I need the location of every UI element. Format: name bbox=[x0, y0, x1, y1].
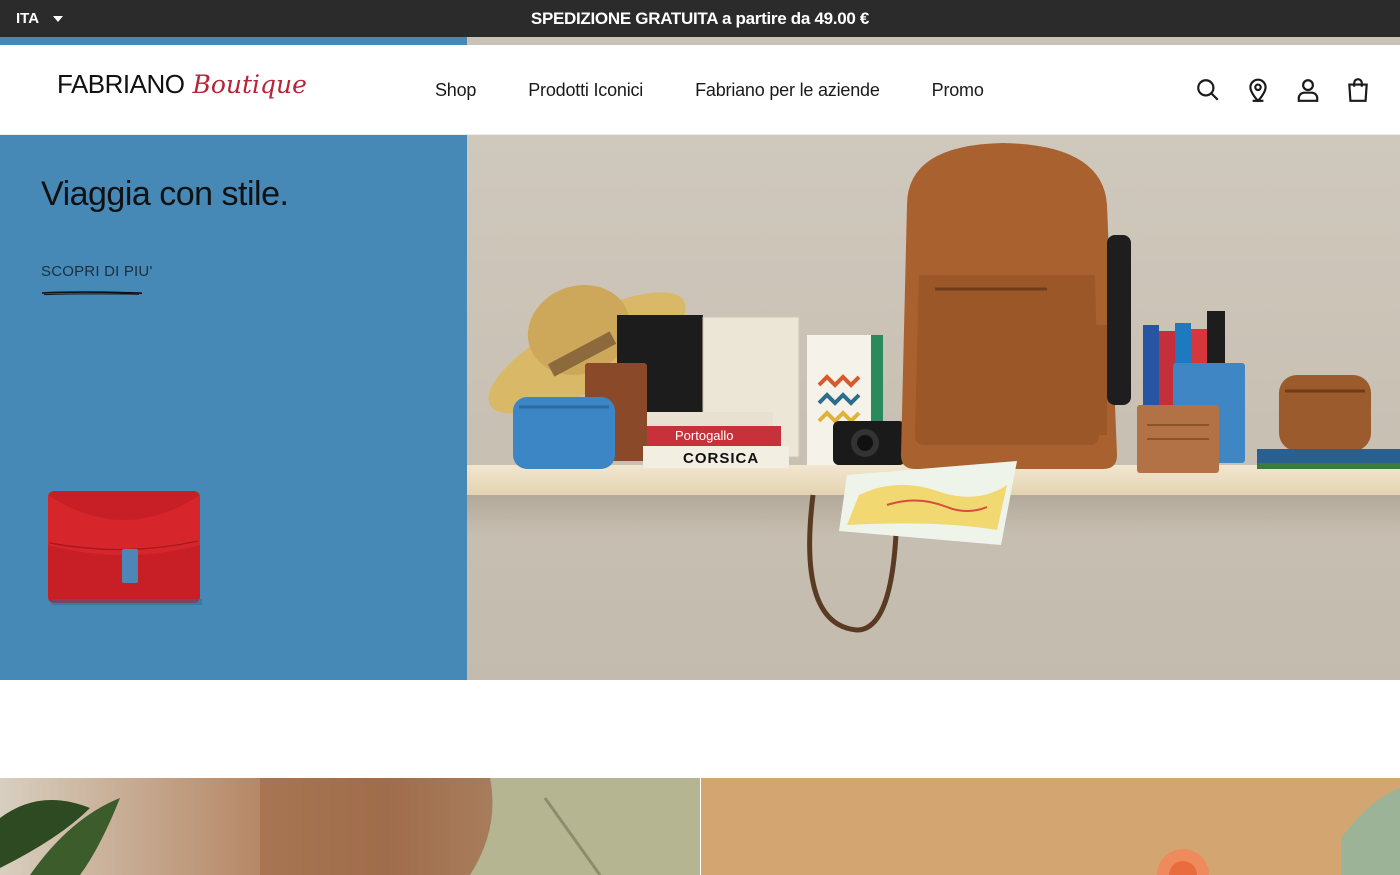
search-icon[interactable] bbox=[1194, 76, 1222, 104]
promo-topbar: ITA SPEDIZIONE GRATUITA a partire da 49.… bbox=[0, 0, 1400, 37]
hero-strip-left bbox=[0, 37, 467, 45]
category-tile-right[interactable] bbox=[701, 778, 1400, 875]
flower-photo bbox=[1157, 788, 1400, 875]
brown-pouch bbox=[1279, 375, 1371, 451]
nav-item-prodotti-iconici[interactable]: Prodotti Iconici bbox=[528, 80, 643, 101]
product-illustration: Portogallo CORSICA bbox=[488, 143, 1400, 633]
brand-logo[interactable]: FABRIANO Boutique bbox=[57, 69, 307, 109]
nav-item-promo[interactable]: Promo bbox=[932, 80, 984, 101]
location-pin-icon[interactable] bbox=[1244, 76, 1272, 104]
shopping-bag-icon[interactable] bbox=[1344, 76, 1372, 104]
hero-strip-right bbox=[467, 37, 1400, 45]
main-nav: Shop Prodotti Iconici Fabriano per le az… bbox=[435, 45, 984, 135]
hero-banner: Viaggia con stile. SCOPRI DI PIU' Portog… bbox=[0, 135, 1400, 680]
nav-item-shop[interactable]: Shop bbox=[435, 80, 476, 101]
fashion-photo bbox=[0, 778, 700, 875]
language-selector[interactable]: ITA bbox=[16, 0, 64, 37]
language-label: ITA bbox=[16, 10, 40, 27]
logo-script-text: Boutique bbox=[192, 70, 307, 99]
cta-underline bbox=[41, 291, 143, 296]
red-wallet-image bbox=[48, 491, 202, 605]
site-header: FABRIANO Boutique Shop Prodotti Iconici … bbox=[0, 45, 1400, 135]
book-corsica-label: CORSICA bbox=[683, 450, 759, 467]
category-tile-left[interactable] bbox=[0, 778, 700, 875]
logo-main-text: FABRIANO bbox=[57, 69, 185, 99]
discover-more-link[interactable]: SCOPRI DI PIU' bbox=[41, 263, 153, 280]
hero-text-panel: Viaggia con stile. SCOPRI DI PIU' bbox=[0, 135, 467, 680]
user-icon[interactable] bbox=[1294, 76, 1322, 104]
hero-product-photo: Portogallo CORSICA bbox=[467, 135, 1400, 680]
promo-text: SPEDIZIONE GRATUITA a partire da 49.00 € bbox=[530, 8, 870, 28]
hero-title: Viaggia con stile. bbox=[41, 175, 289, 213]
book-portogallo-label: Portogallo bbox=[675, 428, 734, 443]
caret-down-icon bbox=[53, 15, 64, 22]
nav-item-aziende[interactable]: Fabriano per le aziende bbox=[695, 80, 880, 101]
header-icons bbox=[1194, 45, 1372, 135]
